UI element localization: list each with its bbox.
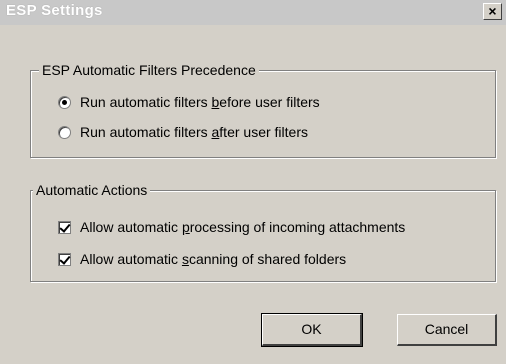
checkbox-attachments[interactable] [58, 220, 71, 234]
title-bar[interactable]: ESP Settings × [0, 0, 506, 25]
close-button[interactable]: × [483, 3, 502, 20]
radio-before-user-filters[interactable]: Run automatic filters before user filter… [58, 94, 320, 110]
actions-legend: Automatic Actions [33, 182, 151, 198]
checkbox-label-shared-folders: Allow automatic scanning of shared folde… [80, 251, 347, 267]
window-title: ESP Settings [6, 2, 103, 19]
radio-label-before: Run automatic filters before user filter… [80, 94, 320, 110]
radio-after-user-filters[interactable]: Run automatic filters after user filters [58, 124, 308, 140]
checkbox-shared-folders[interactable] [58, 252, 71, 266]
checkbox-processing-attachments[interactable]: Allow automatic processing of incoming a… [58, 219, 405, 235]
esp-settings-dialog: ESP Settings × ESP Automatic Filters Pre… [0, 0, 506, 364]
radio-button-before[interactable] [58, 95, 71, 109]
precedence-group: ESP Automatic Filters Precedence [30, 62, 496, 158]
checkbox-scanning-shared-folders[interactable]: Allow automatic scanning of shared folde… [58, 251, 346, 267]
precedence-legend: ESP Automatic Filters Precedence [39, 62, 259, 78]
radio-label-after: Run automatic filters after user filters [80, 124, 308, 140]
close-icon: × [488, 3, 497, 19]
checkbox-label-attachments: Allow automatic processing of incoming a… [80, 219, 406, 235]
cancel-button[interactable]: Cancel [397, 314, 497, 346]
radio-button-after[interactable] [58, 125, 71, 139]
ok-button[interactable]: OK [261, 313, 363, 347]
actions-group: Automatic Actions [30, 182, 496, 282]
